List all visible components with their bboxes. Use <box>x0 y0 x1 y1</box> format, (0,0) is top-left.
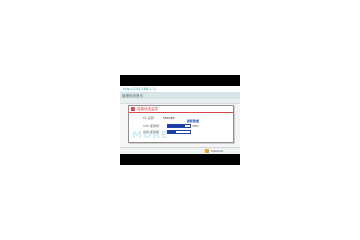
letterbox-bottom <box>120 154 240 165</box>
watermark: MORE <box>132 130 169 141</box>
dialog-header: 连接状态监控 <box>129 106 233 113</box>
cpu-usage-percent: 78% <box>192 124 199 128</box>
letterbox-top <box>120 75 240 86</box>
address-bar[interactable]: http://192.168.1.1/ <box>120 86 240 93</box>
refresh-link[interactable]: 刷新数据 <box>187 119 199 123</box>
cpu-usage-fill <box>168 125 186 127</box>
pc-name-label: PC 名称： <box>143 116 157 120</box>
dialog-title: 连接状态监控 <box>137 107 158 111</box>
zone-icon <box>205 149 209 153</box>
browser-window: http://192.168.1.1/ 管理系统首页 连接状态监控 PC 名称：… <box>120 86 240 154</box>
cpu-usage-label: CPU 使用率： <box>143 124 163 128</box>
pc-name-value: SERVER <box>163 116 175 120</box>
status-bar: Internet <box>120 147 240 154</box>
address-text: http://192.168.1.1/ <box>123 87 157 91</box>
alert-icon <box>131 107 135 111</box>
cpu-usage-bar <box>167 124 191 128</box>
toolbar <box>120 99 240 104</box>
